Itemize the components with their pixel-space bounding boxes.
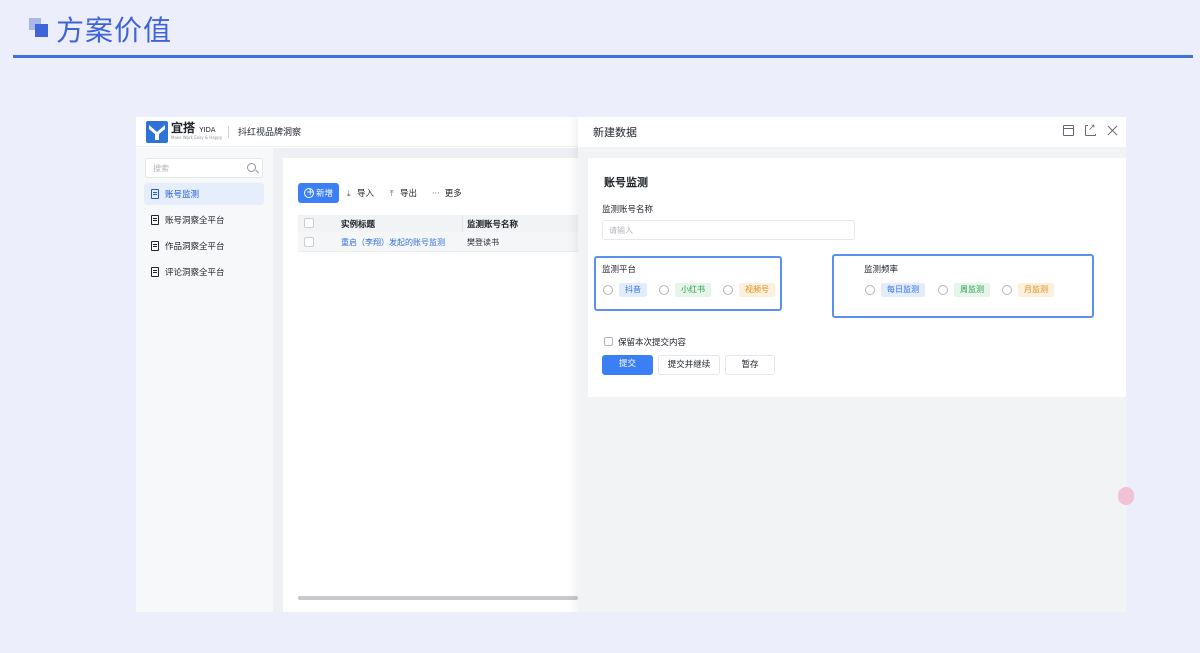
topbar-divider xyxy=(228,126,229,138)
checkbox-box[interactable] xyxy=(604,337,613,346)
platform-label: 监测平台 xyxy=(602,265,637,275)
row-title-link[interactable]: 重启（李翔）发起的账号监测 xyxy=(341,237,445,248)
frequency-field-highlight: 监测频率 每日监测 周监测 月监测 xyxy=(832,254,1094,318)
app-topbar: 宜搭 YIDA Make Work Easy & Happy 抖红视品牌洞察 xyxy=(136,117,578,147)
submit-button[interactable]: 提交 xyxy=(602,355,653,375)
form-card: 账号监测 监测账号名称 请输入 监测平台 抖音 小红书 视频号 监测频率 每日监… xyxy=(588,158,1126,397)
sidebar-item-account-monitor[interactable]: 账号监测 xyxy=(144,183,264,205)
import-button[interactable]: ⤓ 导入 xyxy=(347,187,374,199)
radio-circle[interactable] xyxy=(603,285,613,295)
floating-helper-icon[interactable] xyxy=(1118,487,1134,505)
select-all-checkbox[interactable] xyxy=(304,218,314,228)
radio-circle[interactable] xyxy=(659,285,669,295)
report-icon xyxy=(151,241,159,251)
export-button[interactable]: ⤒ 导出 xyxy=(390,187,417,199)
submit-continue-button[interactable]: 提交并继续 xyxy=(658,355,720,375)
report-icon xyxy=(151,215,159,225)
platform-field-highlight: 监测平台 抖音 小红书 视频号 xyxy=(594,256,782,311)
sidebar-item-account-insight[interactable]: 账号洞察全平台 xyxy=(144,209,264,231)
sidebar: 搜索 账号监测 账号洞察全平台 作品洞察全平台 评论洞察全平台 xyxy=(136,148,273,612)
row-checkbox[interactable] xyxy=(304,237,314,247)
report-icon xyxy=(151,267,159,277)
plus-circle-icon xyxy=(304,186,314,200)
column-header[interactable]: 实例标题 xyxy=(341,218,375,230)
search-icon[interactable] xyxy=(247,163,256,172)
new-data-drawer: 新建数据 账号监测 监测账号名称 请输入 监测平台 抖音 小红书 xyxy=(578,117,1126,612)
app-name[interactable]: 抖红视品牌洞察 xyxy=(238,125,301,138)
account-name-label: 监测账号名称 xyxy=(602,205,654,215)
account-name-placeholder: 请输入 xyxy=(609,226,633,235)
radio-circle[interactable] xyxy=(723,285,733,295)
window-icon[interactable] xyxy=(1063,125,1074,136)
save-draft-button[interactable]: 暂存 xyxy=(725,355,775,375)
data-panel: 新增 ⤓导入 ⤒导出 ··· 更多 实例标题 监测账号名称 重启（李翔）发起的账… xyxy=(283,158,578,612)
horizontal-scrollbar[interactable] xyxy=(298,596,578,600)
open-new-icon[interactable] xyxy=(1085,123,1096,136)
radio-circle[interactable] xyxy=(865,285,875,295)
search-placeholder: 搜索 xyxy=(153,164,169,173)
table-header: 实例标题 监测账号名称 xyxy=(298,215,578,232)
radio-circle[interactable] xyxy=(938,285,948,295)
slide-header: 方案价值 xyxy=(0,0,1200,60)
form-icon xyxy=(151,189,159,199)
row-account-cell: 樊登读书 xyxy=(467,238,499,247)
new-button[interactable]: 新增 xyxy=(298,183,339,203)
column-header[interactable]: 监测账号名称 xyxy=(467,218,518,230)
slide-title: 方案价值 xyxy=(56,14,173,47)
download-icon: ⤓ xyxy=(347,189,351,198)
table-row[interactable]: 重启（李翔）发起的账号监测 樊登读书 xyxy=(298,232,578,252)
column-divider xyxy=(462,215,463,232)
sidebar-item-comment-insight[interactable]: 评论洞察全平台 xyxy=(144,261,264,283)
squares-icon xyxy=(29,18,49,38)
yida-logo-icon xyxy=(146,121,168,143)
sidebar-search-input[interactable]: 搜索 xyxy=(145,158,263,178)
drawer-title: 新建数据 xyxy=(593,126,637,139)
app-screenshot: 宜搭 YIDA Make Work Easy & Happy 抖红视品牌洞察 搜… xyxy=(136,117,1126,612)
radio-circle[interactable] xyxy=(1002,285,1012,295)
frequency-label: 监测频率 xyxy=(864,265,899,275)
account-name-input[interactable]: 请输入 xyxy=(602,220,855,240)
upload-icon: ⤒ xyxy=(390,189,394,198)
close-icon[interactable] xyxy=(1107,125,1118,136)
more-button[interactable]: ··· 更多 xyxy=(432,187,462,199)
sidebar-item-works-insight[interactable]: 作品洞察全平台 xyxy=(144,235,264,257)
ellipsis-icon: ··· xyxy=(432,189,440,198)
title-divider xyxy=(13,55,1193,58)
drawer-header: 新建数据 xyxy=(578,117,1126,147)
form-title: 账号监测 xyxy=(604,176,648,189)
content-area: 新增 ⤓导入 ⤒导出 ··· 更多 实例标题 监测账号名称 重启（李翔）发起的账… xyxy=(273,148,578,612)
logo-tagline: Make Work Easy & Happy xyxy=(171,135,223,140)
